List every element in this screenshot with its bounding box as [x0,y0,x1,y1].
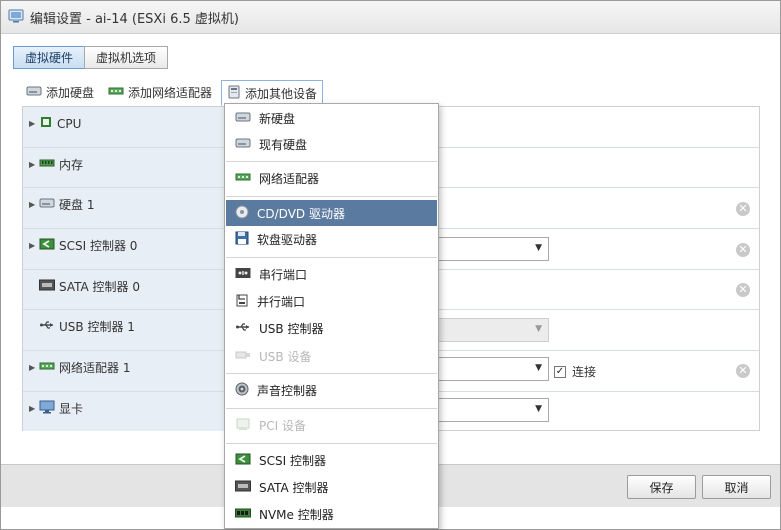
pci-icon [235,417,251,434]
menu-divider [226,443,437,444]
add-network-adapter-button[interactable]: 添加网络适配器 [103,80,217,104]
add-device-icon [227,85,241,102]
menu-item-label: PCI 设备 [259,418,306,433]
menu-item-label: 并行端口 [257,294,306,309]
menu-item-scsi-controller[interactable]: SCSI 控制器 [226,447,437,473]
expand-caret-icon[interactable]: ▶ [29,363,39,372]
hardware-label: SATA 控制器 0 [59,280,140,294]
menu-item-parallel-port[interactable]: 并行端口 [226,288,437,314]
expand-caret-icon[interactable]: ▶ [29,200,39,209]
tab-vm-options[interactable]: 虚拟机选项 [84,46,169,69]
add-network-adapter-label: 添加网络适配器 [128,85,213,100]
hardware-label: CPU [57,116,82,131]
virtual-machine-icon [8,9,24,26]
hardware-label: 硬盘 1 [59,198,95,212]
chevron-down-icon: ▼ [535,324,542,334]
scsi-controller-icon [39,238,55,253]
menu-divider [226,161,437,162]
menu-item-usb-device: USB 设备 [226,343,437,369]
menu-divider [226,408,437,409]
menu-item-label: CD/DVD 驱动器 [257,206,345,221]
hard-disk-icon [39,197,55,212]
sound-icon [235,382,249,399]
tab-virtual-hardware[interactable]: 虚拟硬件 [13,46,86,69]
usb-icon [235,321,251,336]
menu-divider [226,373,437,374]
expand-caret-icon[interactable]: ▶ [29,404,39,413]
menu-item-label: 网络适配器 [259,171,320,186]
connect-checkbox[interactable]: ✓ 连接 [554,363,596,380]
menu-item-usb-controller[interactable]: USB 控制器 [226,315,437,341]
cd-dvd-icon [235,205,249,222]
menu-item-label: 新硬盘 [259,111,296,126]
menu-item-nvme-controller[interactable]: NVMe 控制器 [226,501,437,527]
add-hard-disk-label: 添加硬盘 [46,85,95,100]
connect-label: 连接 [572,365,597,379]
expand-caret-icon[interactable]: ▶ [29,241,39,250]
menu-item-label: SCSI 控制器 [259,453,326,468]
network-adapter-icon [235,171,251,186]
tab-bar: 虚拟硬件 虚拟机选项 [13,46,169,69]
menu-item-label: 声音控制器 [257,383,318,398]
menu-item-pci-device: PCI 设备 [226,412,437,438]
menu-item-network-adapter[interactable]: 网络适配器 [226,165,437,191]
hard-disk-icon [235,111,251,126]
remove-device-icon[interactable]: ✕ [736,202,750,216]
cpu-icon [39,115,53,132]
menu-item-label: SATA 控制器 [259,480,329,495]
scsi-controller-icon [235,453,251,468]
floppy-icon [235,231,249,248]
hardware-label: 显卡 [59,402,84,416]
network-adapter-icon [39,360,55,375]
menu-item-label: USB 设备 [259,349,312,364]
monitor-icon [39,400,55,417]
expand-caret-icon[interactable]: ▶ [29,119,39,128]
remove-device-icon[interactable]: ✕ [736,364,750,378]
usb-icon [39,319,55,334]
menu-item-new-hard-disk[interactable]: 新硬盘 [226,105,437,131]
hardware-toolbar: 添加硬盘 添加网络适配器 添加其他设备 [21,80,327,106]
menu-item-label: 现有硬盘 [259,137,308,152]
hardware-label: SCSI 控制器 0 [59,239,138,253]
title-bar: 编辑设置 - ai-14 (ESXi 6.5 虚拟机) [1,1,780,34]
hardware-label: USB 控制器 1 [59,320,135,334]
menu-item-existing-hard-disk[interactable]: 现有硬盘 [226,131,437,157]
menu-item-floppy-drive[interactable]: 软盘驱动器 [226,226,437,252]
menu-divider [226,257,437,258]
menu-item-sata-controller[interactable]: SATA 控制器 [226,474,437,500]
menu-item-sound-controller[interactable]: 声音控制器 [226,377,437,403]
save-button[interactable]: 保存 [627,475,696,499]
hard-disk-icon [26,85,42,100]
checkmark-icon: ✓ [554,365,566,378]
menu-item-label: 串行端口 [259,267,308,282]
nvme-controller-icon [235,507,251,522]
remove-device-icon[interactable]: ✕ [736,283,750,297]
sata-controller-icon [39,279,55,294]
window-title: 编辑设置 - ai-14 (ESXi 6.5 虚拟机) [30,11,239,27]
menu-item-label: 软盘驱动器 [257,232,318,247]
cancel-button[interactable]: 取消 [702,475,771,499]
parallel-port-icon [235,293,249,310]
menu-divider [226,196,437,197]
expand-caret-icon[interactable]: ▶ [29,160,39,169]
hardware-label: 内存 [59,158,84,172]
sata-controller-icon [235,480,251,495]
chevron-down-icon: ▼ [535,243,542,253]
chevron-down-icon: ▼ [535,363,542,373]
serial-port-icon [235,267,251,282]
network-adapter-icon [108,85,124,100]
hardware-label: 网络适配器 1 [59,361,131,375]
menu-item-label: USB 控制器 [259,321,324,336]
add-other-device-menu: 新硬盘 现有硬盘 网络适配器 CD/DVD 驱动器 软盘驱动器 串行端口 并行端… [224,103,439,529]
chevron-down-icon: ▼ [535,404,542,414]
hard-disk-icon [235,137,251,152]
menu-item-label: NVMe 控制器 [259,507,334,522]
add-other-device-label: 添加其他设备 [245,86,318,101]
menu-item-serial-port[interactable]: 串行端口 [226,261,437,287]
usb-device-icon [235,349,251,364]
memory-icon [39,157,55,172]
menu-item-cd-dvd-drive[interactable]: CD/DVD 驱动器 [226,200,437,226]
add-hard-disk-button[interactable]: 添加硬盘 [21,80,99,104]
remove-device-icon[interactable]: ✕ [736,243,750,257]
